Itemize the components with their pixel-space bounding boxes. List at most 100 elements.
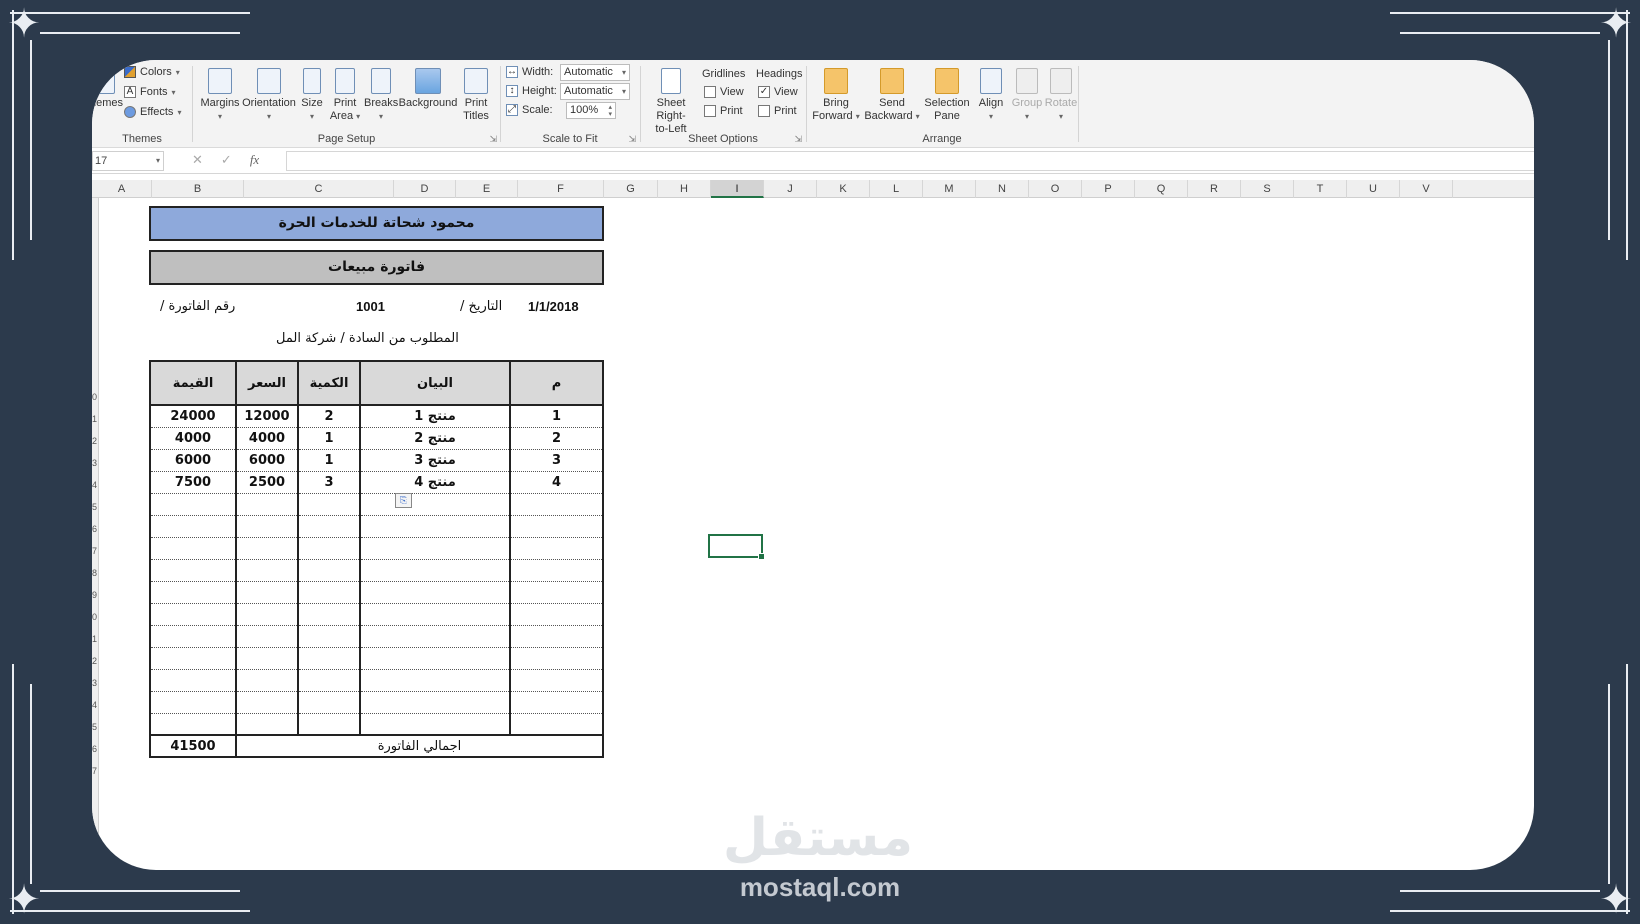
cell-index[interactable] bbox=[509, 581, 604, 604]
cell-value[interactable] bbox=[149, 713, 237, 736]
column-header[interactable]: N bbox=[976, 180, 1029, 198]
cell-description[interactable]: منتج 4 bbox=[359, 471, 511, 494]
cell-description[interactable] bbox=[359, 603, 511, 626]
cell-value[interactable]: 24000 bbox=[149, 404, 237, 428]
send-backward-button[interactable]: Send Backward ▾ bbox=[864, 68, 920, 123]
dialog-launcher-icon[interactable]: ⇲ bbox=[794, 134, 802, 145]
row-header[interactable]: 5 bbox=[92, 722, 97, 732]
column-header[interactable]: A bbox=[92, 180, 152, 198]
align-button[interactable]: Align ▾ bbox=[974, 68, 1008, 123]
effects-button[interactable]: Effects ▾ bbox=[124, 106, 181, 118]
cancel-icon[interactable]: ✕ bbox=[192, 152, 203, 168]
cell-quantity[interactable] bbox=[297, 669, 361, 692]
cell-index[interactable]: 4 bbox=[509, 471, 604, 494]
cell-price[interactable] bbox=[235, 559, 299, 582]
cell-description[interactable] bbox=[359, 669, 511, 692]
column-header[interactable]: R bbox=[1188, 180, 1241, 198]
cell-index[interactable]: 1 bbox=[509, 404, 604, 428]
selection-pane-button[interactable]: Selection Pane bbox=[922, 68, 972, 123]
cell-index[interactable] bbox=[509, 515, 604, 538]
column-header[interactable]: K bbox=[817, 180, 870, 198]
column-header[interactable]: U bbox=[1347, 180, 1400, 198]
header-index[interactable]: م bbox=[509, 360, 604, 406]
header-value[interactable]: القيمة bbox=[149, 360, 237, 406]
cell-description[interactable]: منتج 2 bbox=[359, 427, 511, 450]
row-header[interactable]: 0 bbox=[92, 392, 97, 402]
column-header[interactable]: B bbox=[152, 180, 244, 198]
cell-description[interactable] bbox=[359, 537, 511, 560]
enter-icon[interactable]: ✓ bbox=[221, 152, 232, 168]
cell-index[interactable] bbox=[509, 625, 604, 648]
print-titles-button[interactable]: Print Titles bbox=[458, 68, 494, 123]
colors-button[interactable]: Colors ▾ bbox=[124, 66, 180, 78]
cell-quantity[interactable] bbox=[297, 691, 361, 714]
column-header[interactable]: P bbox=[1082, 180, 1135, 198]
row-header[interactable]: 6 bbox=[92, 744, 97, 754]
cell-value[interactable] bbox=[149, 625, 237, 648]
column-header[interactable]: T bbox=[1294, 180, 1347, 198]
total-label[interactable]: اجمالي الفاتورة bbox=[235, 734, 604, 758]
cell-value[interactable] bbox=[149, 493, 237, 516]
column-header[interactable]: Q bbox=[1135, 180, 1188, 198]
row-header[interactable]: 3 bbox=[92, 458, 97, 468]
cell-quantity[interactable] bbox=[297, 559, 361, 582]
column-header[interactable]: O bbox=[1029, 180, 1082, 198]
cell-description[interactable] bbox=[359, 625, 511, 648]
column-header[interactable]: S bbox=[1241, 180, 1294, 198]
cell-price[interactable] bbox=[235, 537, 299, 560]
print-area-button[interactable]: Print Area ▾ bbox=[328, 68, 362, 123]
formula-input[interactable] bbox=[286, 151, 1534, 171]
cell-description[interactable]: منتج 3 bbox=[359, 449, 511, 472]
cell-quantity[interactable] bbox=[297, 581, 361, 604]
scale-stepper[interactable]: 100% ▴ ▾ bbox=[566, 102, 616, 119]
cell-index[interactable] bbox=[509, 537, 604, 560]
themes-button[interactable]: hemes bbox=[92, 68, 123, 110]
gridlines-print-checkbox[interactable]: Print bbox=[704, 105, 743, 117]
name-box[interactable]: 17 ▾ bbox=[92, 151, 164, 171]
row-header[interactable]: 2 bbox=[92, 656, 97, 666]
cell-value[interactable] bbox=[149, 669, 237, 692]
cell-price[interactable] bbox=[235, 691, 299, 714]
customer-line[interactable]: المطلوب من السادة / شركة المل bbox=[276, 331, 459, 346]
gridlines-view-checkbox[interactable]: View bbox=[704, 86, 744, 98]
column-header[interactable]: L bbox=[870, 180, 923, 198]
cell-index[interactable] bbox=[509, 559, 604, 582]
cell-index[interactable] bbox=[509, 603, 604, 626]
cell-price[interactable]: 6000 bbox=[235, 449, 299, 472]
cell-quantity[interactable]: 1 bbox=[297, 427, 361, 450]
cell-description[interactable]: منتج 1 bbox=[359, 404, 511, 428]
column-header[interactable]: J bbox=[764, 180, 817, 198]
column-header[interactable]: D bbox=[394, 180, 456, 198]
cell-value[interactable] bbox=[149, 647, 237, 670]
date-label[interactable]: التاريخ / bbox=[460, 299, 502, 314]
row-header[interactable]: 6 bbox=[92, 524, 97, 534]
cell-index[interactable]: 2 bbox=[509, 427, 604, 450]
invoice-date[interactable]: 1/1/2018 bbox=[528, 299, 579, 314]
cell-price[interactable] bbox=[235, 669, 299, 692]
row-header[interactable]: 4 bbox=[92, 480, 97, 490]
cell-value[interactable] bbox=[149, 559, 237, 582]
cell-index[interactable] bbox=[509, 669, 604, 692]
height-select[interactable]: Automatic ▾ bbox=[560, 83, 630, 100]
width-select[interactable]: Automatic ▾ bbox=[560, 64, 630, 81]
cell-description[interactable] bbox=[359, 691, 511, 714]
company-name[interactable]: محمود شحاتة للخدمات الحرة bbox=[149, 206, 604, 241]
cell-description[interactable] bbox=[359, 713, 511, 736]
column-header[interactable]: E bbox=[456, 180, 518, 198]
row-header[interactable]: 7 bbox=[92, 766, 97, 776]
cell-index[interactable] bbox=[509, 713, 604, 736]
cell-quantity[interactable] bbox=[297, 625, 361, 648]
sheet-rtl-button[interactable]: Sheet Right-to-Left bbox=[642, 68, 700, 136]
cell-value[interactable]: 4000 bbox=[149, 427, 237, 450]
row-header[interactable]: 8 bbox=[92, 568, 97, 578]
row-header[interactable]: 4 bbox=[92, 700, 97, 710]
cell-description[interactable] bbox=[359, 647, 511, 670]
bring-forward-button[interactable]: Bring Forward ▾ bbox=[810, 68, 862, 123]
column-header[interactable]: V bbox=[1400, 180, 1453, 198]
cell-quantity[interactable]: 3 bbox=[297, 471, 361, 494]
invoice-number[interactable]: 1001 bbox=[356, 299, 385, 314]
header-description[interactable]: البيان bbox=[359, 360, 511, 406]
insert-function-icon[interactable]: fx bbox=[250, 152, 259, 168]
dialog-launcher-icon[interactable]: ⇲ bbox=[628, 134, 636, 145]
cell-quantity[interactable]: 1 bbox=[297, 449, 361, 472]
